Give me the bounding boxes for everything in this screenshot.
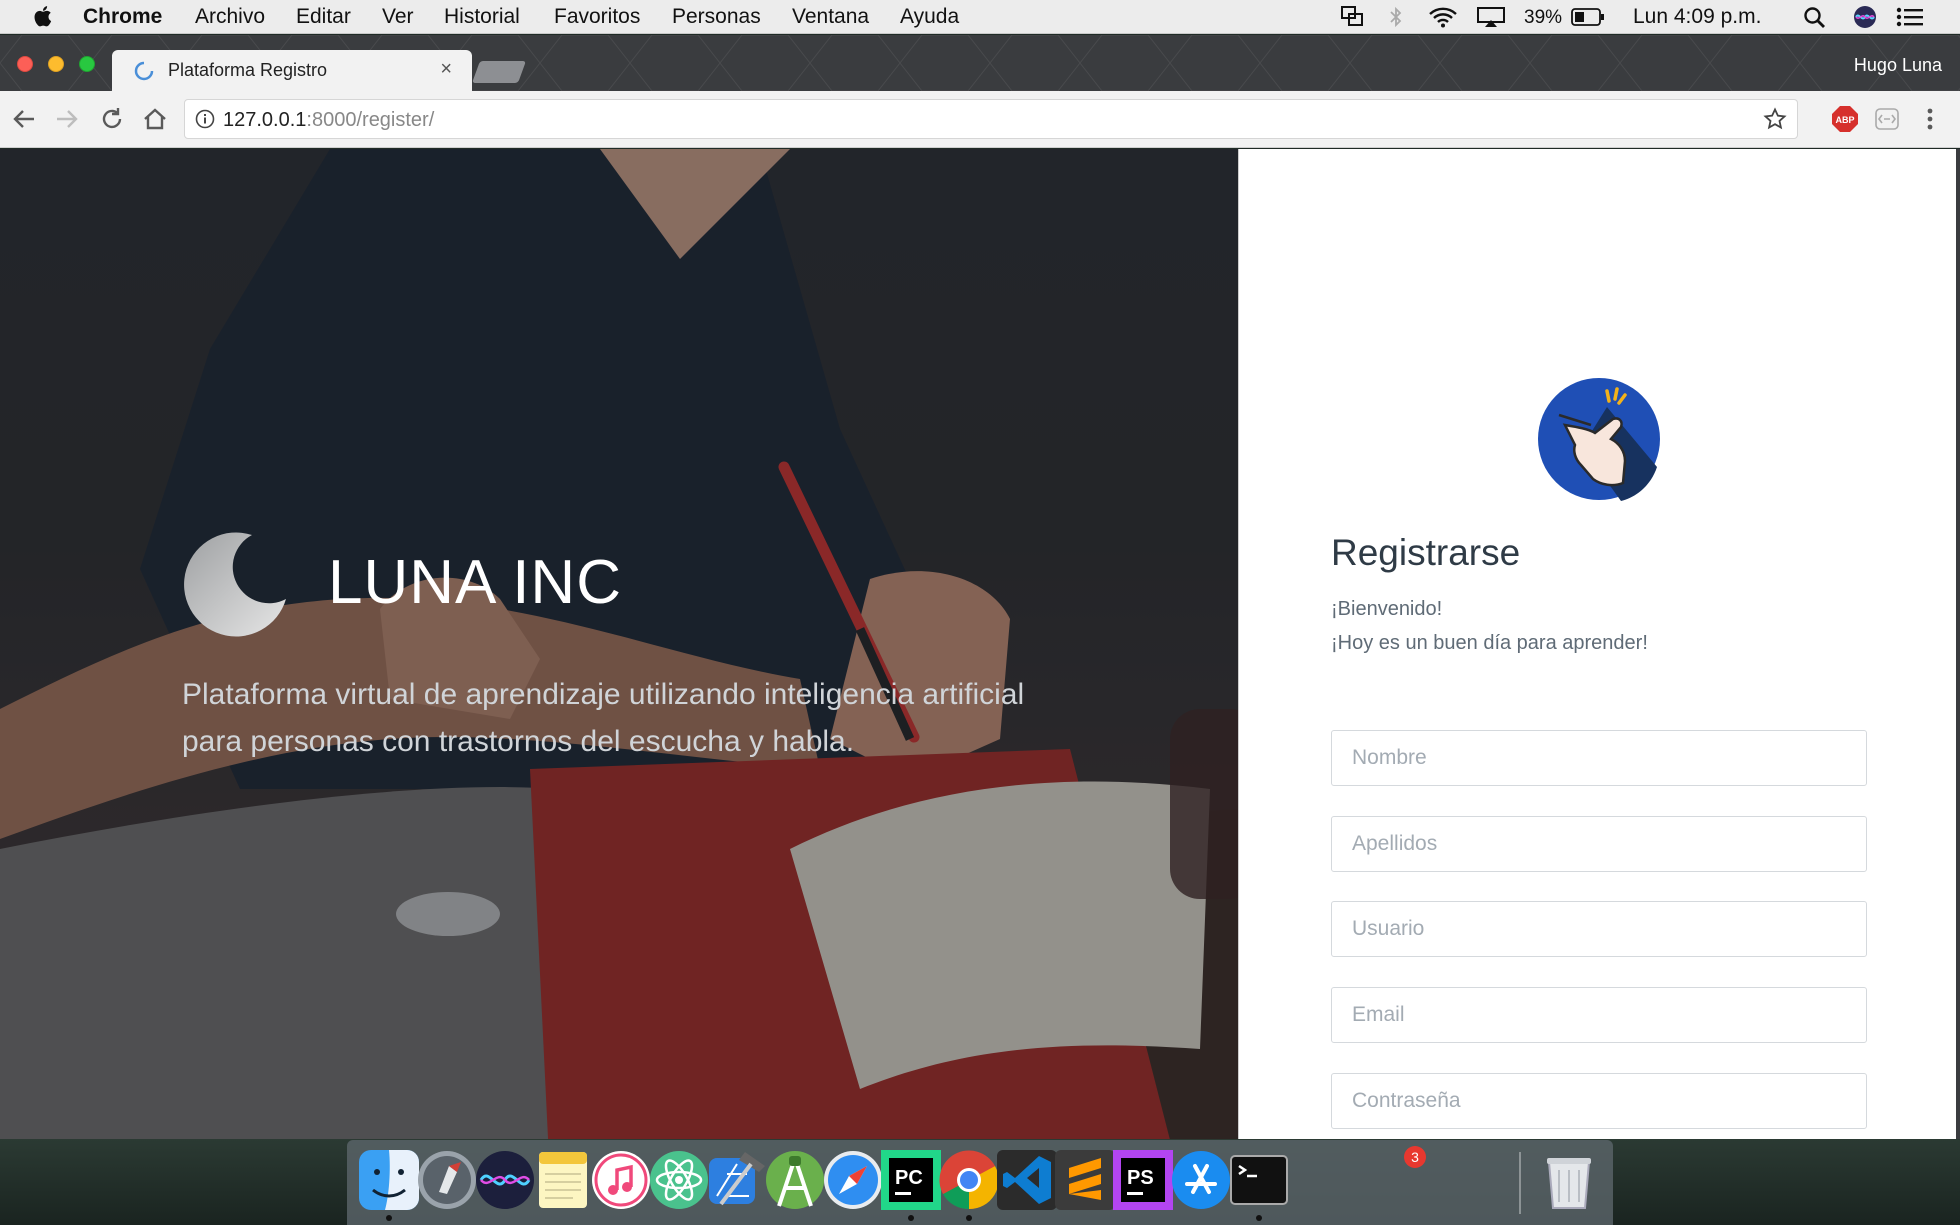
menu-favoritos[interactable]: Favoritos bbox=[554, 5, 640, 29]
chrome-menu-icon[interactable] bbox=[1923, 105, 1937, 133]
notes-icon[interactable] bbox=[533, 1150, 593, 1210]
minimize-window-button[interactable] bbox=[48, 56, 64, 72]
siri-icon[interactable] bbox=[475, 1150, 535, 1210]
tab-title: Plataforma Registro bbox=[168, 60, 328, 80]
siri-menubar-icon[interactable] bbox=[1853, 5, 1877, 29]
nombre-input[interactable] bbox=[1331, 730, 1867, 786]
atom-icon[interactable] bbox=[649, 1150, 709, 1210]
dock: PC PS 3 bbox=[347, 1140, 1613, 1225]
adblock-plus-icon[interactable]: ABP bbox=[1831, 105, 1859, 133]
home-icon[interactable] bbox=[141, 105, 169, 133]
menu-ayuda[interactable]: Ayuda bbox=[900, 5, 959, 29]
welcome-text: ¡Bienvenido! bbox=[1331, 598, 1443, 620]
android-studio-icon[interactable] bbox=[765, 1150, 825, 1210]
menu-archivo[interactable]: Archivo bbox=[195, 5, 265, 29]
abp-label: ABP bbox=[1835, 115, 1854, 125]
snapping-hand-avatar-icon bbox=[1538, 378, 1660, 501]
pycharm-running-indicator bbox=[908, 1215, 914, 1221]
phpstorm-icon[interactable]: PS bbox=[1113, 1150, 1173, 1210]
register-panel: Registrarse ¡Bienvenido! ¡Hoy es un buen… bbox=[1238, 149, 1960, 1139]
app-store-badge: 3 bbox=[1404, 1146, 1426, 1168]
close-window-button[interactable] bbox=[17, 56, 33, 72]
hero-overlay bbox=[0, 149, 1238, 1139]
email-input[interactable] bbox=[1331, 987, 1867, 1043]
trash-icon[interactable] bbox=[1539, 1150, 1599, 1210]
app-store-icon[interactable] bbox=[1171, 1150, 1231, 1210]
address-bar[interactable]: 127.0.0.1:8000/register/ bbox=[184, 99, 1798, 139]
terminal-icon[interactable] bbox=[1229, 1150, 1289, 1210]
terminal-running-indicator bbox=[1256, 1215, 1262, 1221]
extension-icon[interactable] bbox=[1874, 107, 1900, 131]
tab-close-icon[interactable]: × bbox=[440, 58, 452, 81]
apple-logo-icon[interactable] bbox=[32, 4, 52, 28]
site-info-icon[interactable] bbox=[195, 109, 215, 129]
new-tab-button[interactable] bbox=[471, 61, 527, 83]
url-path: :8000/register/ bbox=[306, 109, 435, 131]
launchpad-icon[interactable] bbox=[417, 1150, 477, 1210]
register-title: Registrarse bbox=[1331, 532, 1521, 573]
battery-percent: 39% bbox=[1524, 7, 1563, 28]
menu-bar: Chrome Archivo Editar Ver Historial Favo… bbox=[0, 0, 1960, 34]
pycharm-label: PC bbox=[895, 1167, 923, 1189]
phpstorm-label: PS bbox=[1127, 1167, 1154, 1189]
menu-editar[interactable]: Editar bbox=[296, 5, 351, 29]
profile-name[interactable]: Hugo Luna bbox=[1854, 55, 1942, 76]
apellidos-input[interactable] bbox=[1331, 816, 1867, 872]
welcome-subtext: ¡Hoy es un buen día para aprender! bbox=[1331, 632, 1648, 654]
vscode-icon[interactable] bbox=[997, 1150, 1057, 1210]
spotlight-search-icon[interactable] bbox=[1803, 6, 1827, 30]
crescent-moon-logo-icon bbox=[184, 532, 286, 637]
app-menu-chrome[interactable]: Chrome bbox=[83, 5, 162, 29]
finder-icon[interactable] bbox=[359, 1150, 419, 1210]
clock[interactable]: Lun 4:09 p.m. bbox=[1633, 5, 1761, 29]
finder-running-indicator bbox=[386, 1215, 392, 1221]
brand-description-line2: para personas con trastornos del escucha… bbox=[182, 725, 855, 758]
menu-ver[interactable]: Ver bbox=[382, 5, 414, 29]
itunes-icon[interactable] bbox=[591, 1150, 651, 1210]
tab-plataforma-registro[interactable]: Plataforma Registro × bbox=[112, 50, 472, 91]
forward-arrow-icon[interactable] bbox=[53, 105, 81, 133]
chrome-icon[interactable] bbox=[939, 1150, 999, 1210]
url-host: 127.0.0.1 bbox=[223, 109, 307, 131]
hero-section: LUNA INC Plataforma virtual de aprendiza… bbox=[0, 149, 1238, 1139]
safari-icon[interactable] bbox=[823, 1150, 883, 1210]
xcode-icon[interactable] bbox=[707, 1150, 767, 1210]
brand-description: Plataforma virtual de aprendizaje utiliz… bbox=[182, 671, 1062, 765]
bookmark-star-icon[interactable] bbox=[1763, 107, 1787, 131]
dock-separator bbox=[1519, 1152, 1521, 1214]
password-input[interactable] bbox=[1331, 1073, 1867, 1129]
zoom-window-button[interactable] bbox=[79, 56, 95, 72]
menu-historial[interactable]: Historial bbox=[444, 5, 520, 29]
battery-icon[interactable] bbox=[1571, 8, 1605, 26]
reload-icon[interactable] bbox=[98, 105, 126, 133]
chrome-running-indicator bbox=[966, 1215, 972, 1221]
pycharm-icon[interactable]: PC bbox=[881, 1150, 941, 1210]
brand-name: LUNA INC bbox=[328, 548, 622, 617]
sublime-icon[interactable] bbox=[1055, 1150, 1115, 1210]
wifi-icon[interactable] bbox=[1428, 6, 1458, 28]
usuario-input[interactable] bbox=[1331, 901, 1867, 957]
notification-center-icon[interactable] bbox=[1896, 7, 1924, 27]
tab-favicon-loading-icon bbox=[134, 61, 154, 81]
display-mirror-icon[interactable] bbox=[1340, 5, 1364, 29]
tab-strip: Plataforma Registro × Hugo Luna bbox=[0, 35, 1960, 91]
airplay-icon[interactable] bbox=[1476, 6, 1506, 28]
menu-personas[interactable]: Personas bbox=[672, 5, 761, 29]
bluetooth-icon[interactable] bbox=[1389, 5, 1403, 29]
back-arrow-icon[interactable] bbox=[10, 105, 38, 133]
url-text[interactable]: 127.0.0.1:8000/register/ bbox=[223, 109, 434, 132]
menu-ventana[interactable]: Ventana bbox=[792, 5, 869, 29]
browser-toolbar: 127.0.0.1:8000/register/ ABP bbox=[0, 91, 1960, 148]
brand-description-line1: Plataforma virtual de aprendizaje utiliz… bbox=[182, 678, 1025, 711]
